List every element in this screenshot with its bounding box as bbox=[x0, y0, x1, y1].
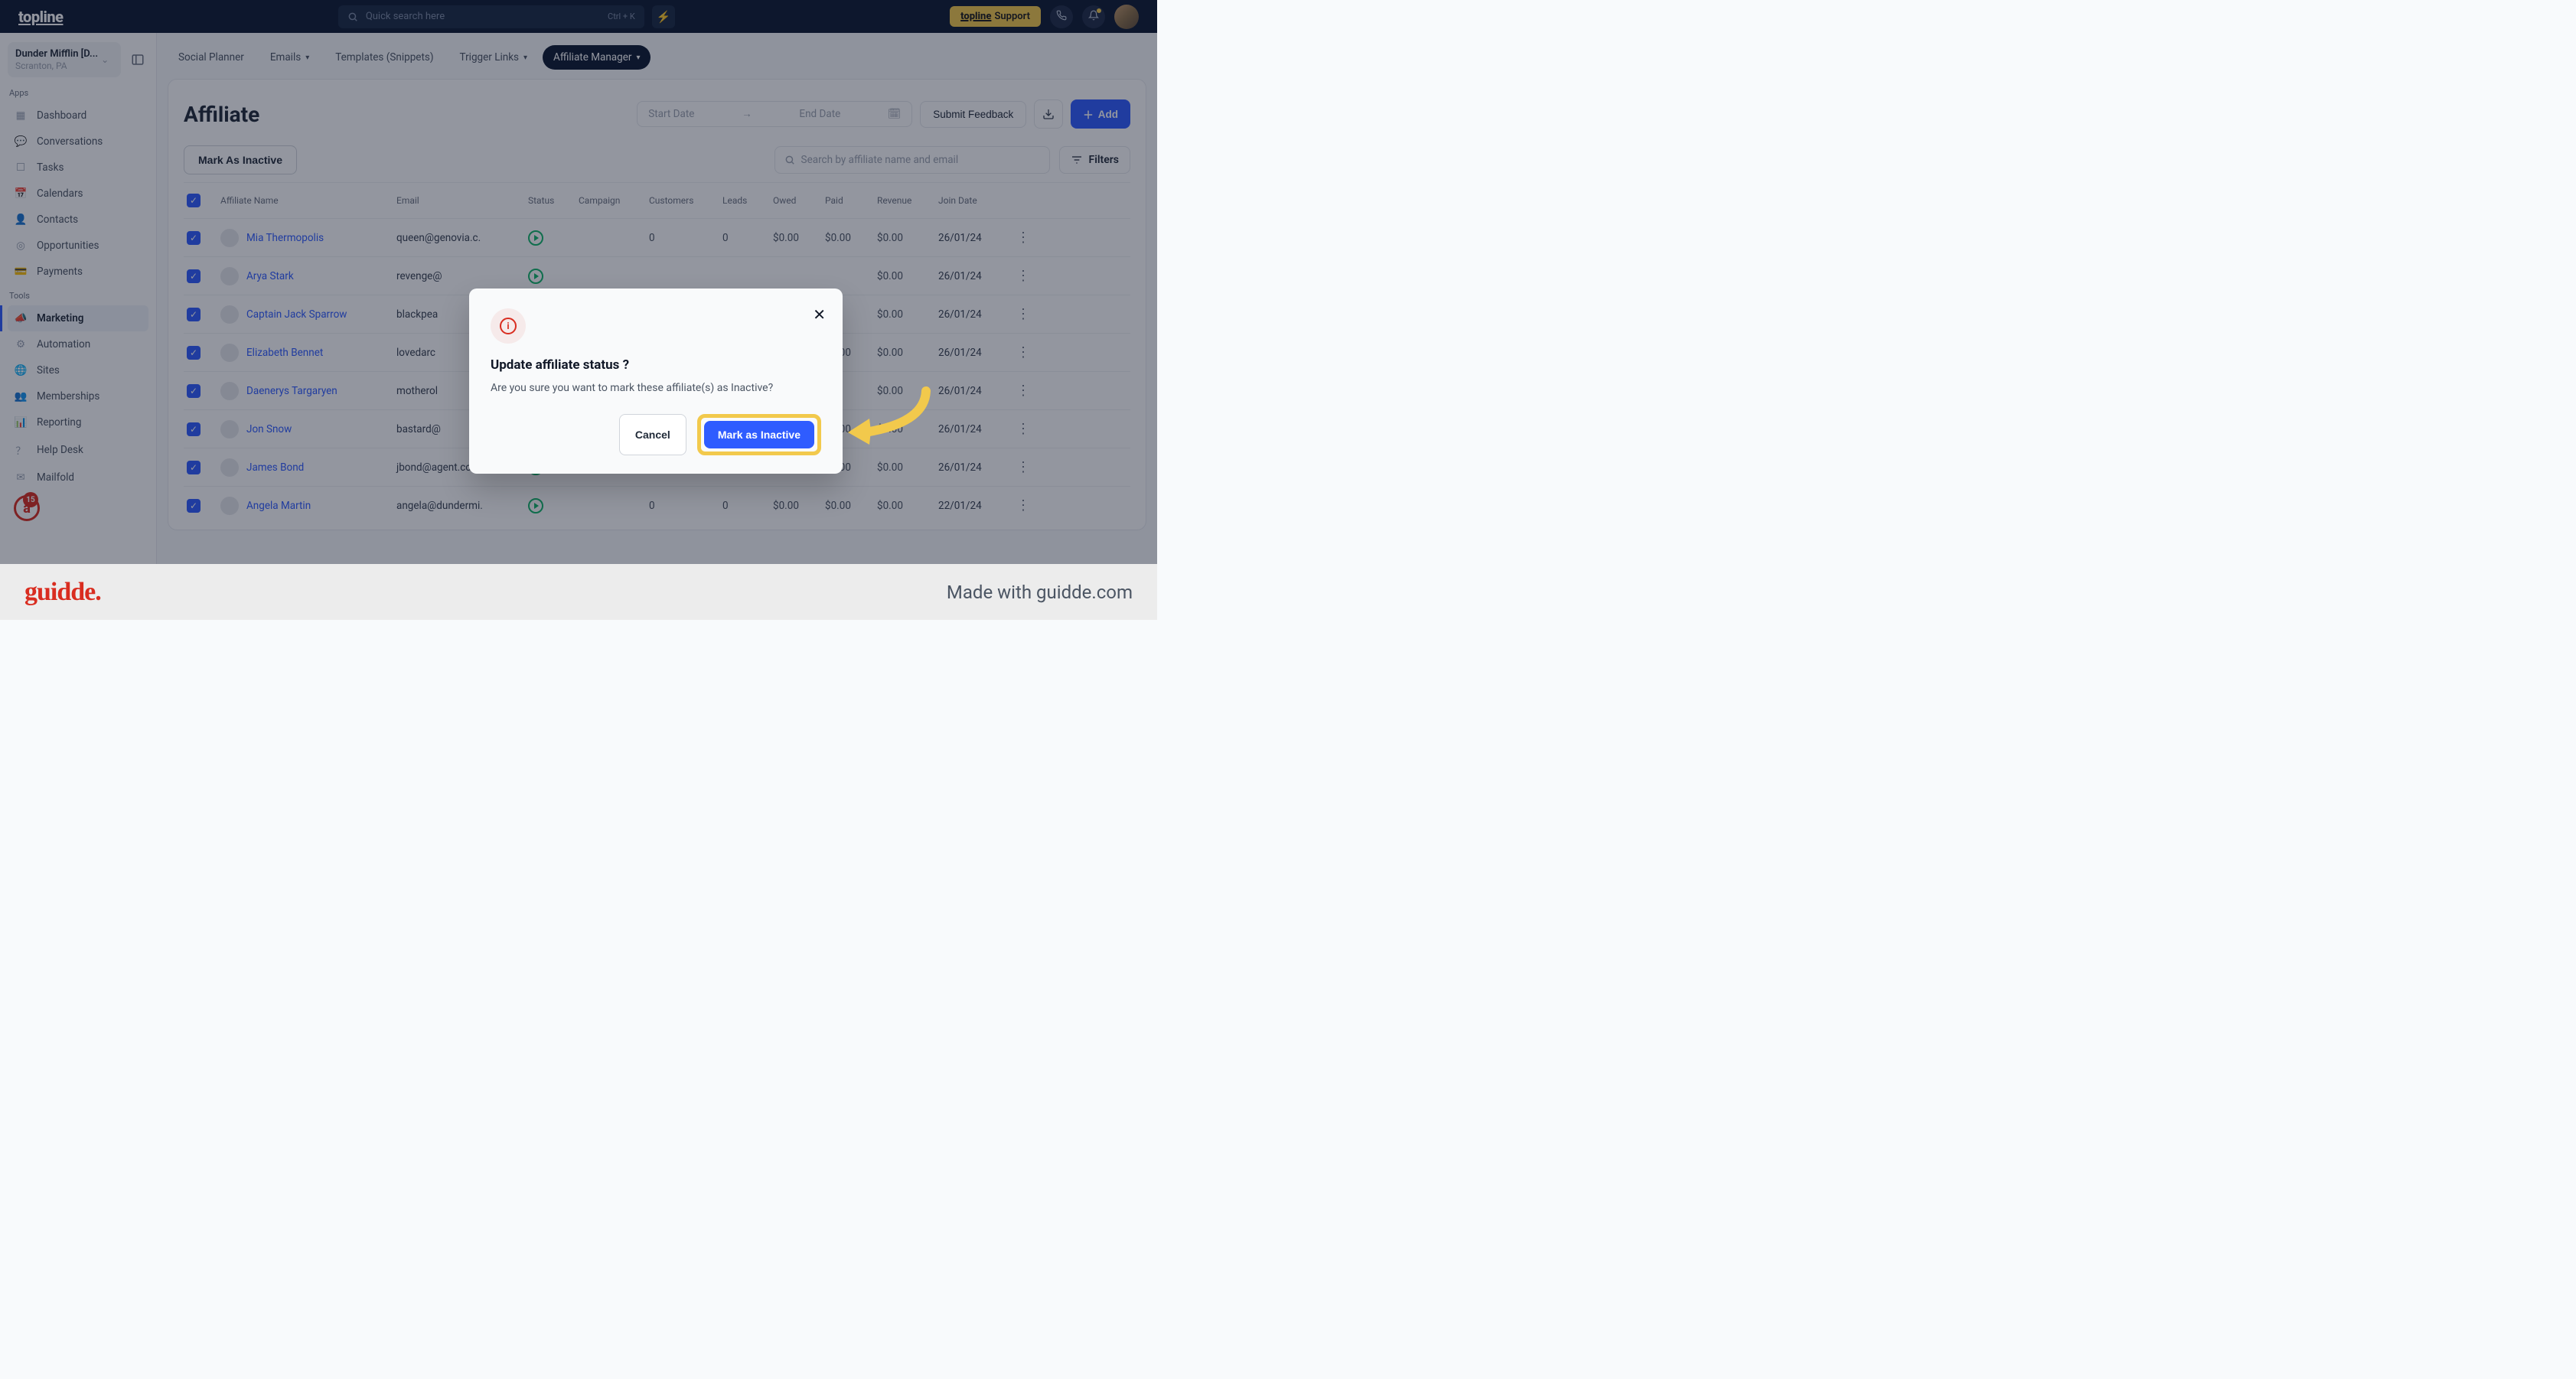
update-status-modal: i ✕ Update affiliate status ? Are you su… bbox=[469, 289, 843, 474]
info-icon: i bbox=[500, 318, 517, 334]
modal-title: Update affiliate status ? bbox=[491, 357, 821, 373]
modal-warning-bg: i bbox=[491, 308, 526, 344]
modal-close-button[interactable]: ✕ bbox=[813, 305, 826, 324]
highlight-box: Mark as Inactive bbox=[697, 414, 821, 455]
modal-confirm-button[interactable]: Mark as Inactive bbox=[704, 421, 814, 448]
footer: guidde. Made with guidde.com bbox=[0, 564, 1157, 620]
arrow-annotation bbox=[842, 385, 934, 457]
modal-cancel-button[interactable]: Cancel bbox=[619, 414, 686, 455]
modal-body: Are you sure you want to mark these affi… bbox=[491, 382, 821, 394]
guidde-logo: guidde. bbox=[24, 578, 101, 607]
footer-tagline: Made with guidde.com bbox=[947, 582, 1133, 603]
